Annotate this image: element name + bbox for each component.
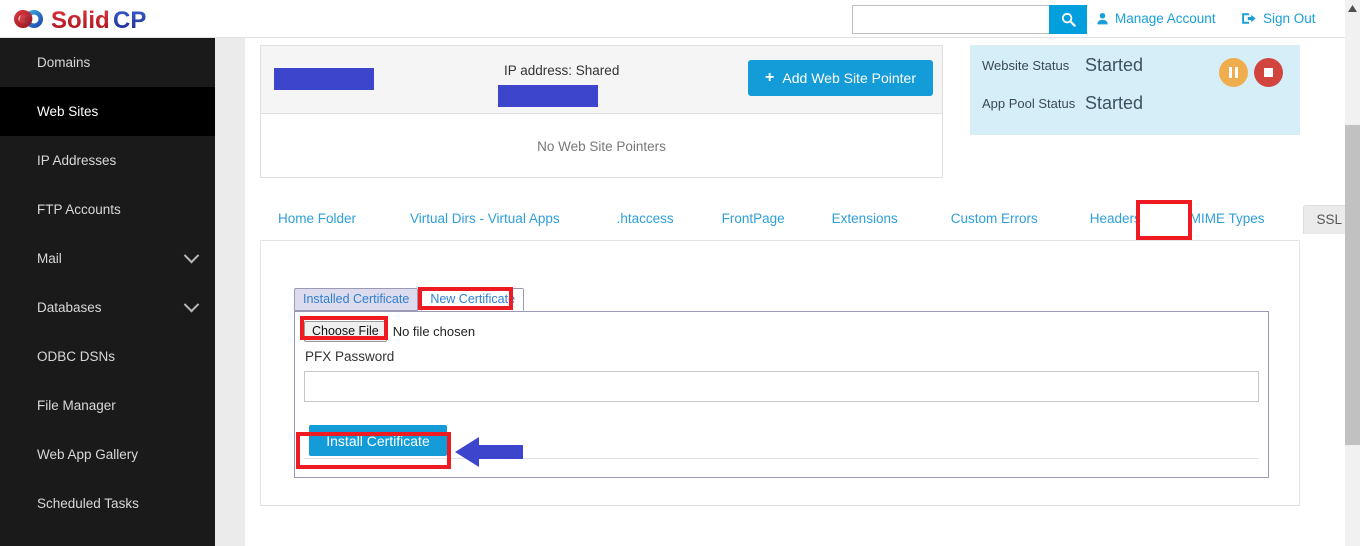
- ip-address-label: IP address: Shared: [504, 63, 620, 78]
- file-upload-row: Choose File No file chosen: [304, 321, 475, 342]
- page-scrollbar-thumb[interactable]: [1345, 125, 1360, 445]
- new-certificate-form: Choose File No file chosen PFX Password …: [294, 311, 1269, 478]
- cert-tab-new-certificate[interactable]: New Certificate: [421, 288, 525, 311]
- file-chosen-status: No file chosen: [392, 324, 476, 339]
- sidebar-item-file-manager[interactable]: File Manager: [0, 381, 215, 430]
- tab-mime-types[interactable]: MIME Types: [1190, 205, 1265, 233]
- sidebar-item-label: Web App Gallery: [37, 447, 139, 462]
- chevron-down-icon: [183, 296, 200, 313]
- tab-home-folder[interactable]: Home Folder: [278, 205, 356, 233]
- certificate-tabs: Installed Certificate New Certificate: [294, 288, 525, 311]
- no-pointers-message: No Web Site Pointers: [537, 138, 666, 154]
- redacted-ip-address: [498, 85, 598, 107]
- app-pool-status-value: Started: [1085, 93, 1144, 113]
- tab-htaccess[interactable]: .htaccess: [617, 205, 674, 233]
- sign-out-label: Sign Out: [1263, 11, 1316, 26]
- sidebar-item-label: ODBC DSNs: [37, 349, 116, 364]
- stop-icon: [1264, 68, 1273, 77]
- add-web-site-pointer-button[interactable]: + Add Web Site Pointer: [748, 60, 933, 96]
- search-input[interactable]: [852, 5, 1049, 34]
- solidcp-logo[interactable]: Solid CP: [8, 3, 168, 35]
- manage-account-label: Manage Account: [1115, 11, 1216, 26]
- pfx-password-label: PFX Password: [305, 349, 395, 364]
- tab-custom-errors[interactable]: Custom Errors: [951, 205, 1038, 233]
- app-pool-status-label: App Pool Status: [982, 96, 1076, 111]
- sidebar-item-mail[interactable]: Mail: [0, 234, 215, 283]
- sidebar-item-scheduled-tasks[interactable]: Scheduled Tasks: [0, 479, 215, 528]
- sidebar-item-web-sites[interactable]: Web Sites: [0, 87, 215, 136]
- cert-tab-installed-certificate[interactable]: Installed Certificate: [294, 288, 419, 311]
- sidebar-item-label: Domains: [37, 55, 91, 70]
- sidebar-item-domains[interactable]: Domains: [0, 38, 215, 87]
- web-site-pointers-panel: IP address: Shared + Add Web Site Pointe…: [260, 45, 943, 178]
- top-header-bar: Solid CP Manage Account Sign Out: [0, 0, 1345, 38]
- solidcp-logo-icon: Solid CP: [14, 7, 146, 33]
- left-arrow-icon: [455, 437, 523, 467]
- form-divider: [304, 458, 1259, 459]
- search-box: [852, 5, 1087, 34]
- app-pool-status-row: App Pool Status Started: [982, 93, 1143, 114]
- sign-out-link[interactable]: Sign Out: [1242, 11, 1316, 26]
- sidebar-item-odbc-dsns[interactable]: ODBC DSNs: [0, 332, 215, 381]
- sidebar-item-ftp-accounts[interactable]: FTP Accounts: [0, 185, 215, 234]
- pause-icon: [1229, 67, 1238, 78]
- tab-headers[interactable]: Headers: [1090, 205, 1141, 233]
- tab-frontpage[interactable]: FrontPage: [722, 205, 785, 233]
- search-icon: [1061, 12, 1076, 27]
- sidebar-item-databases[interactable]: Databases: [0, 283, 215, 332]
- install-certificate-button[interactable]: Install Certificate: [309, 425, 447, 456]
- sign-out-icon: [1242, 13, 1256, 24]
- sidebar-item-label: Scheduled Tasks: [37, 496, 139, 511]
- chevron-down-icon: [183, 247, 200, 264]
- pfx-password-input[interactable]: [304, 371, 1259, 402]
- sidebar-item-label: FTP Accounts: [37, 202, 121, 217]
- plus-icon: +: [765, 69, 775, 86]
- sidebar-item-web-app-gallery[interactable]: Web App Gallery: [0, 430, 215, 479]
- website-status-label: Website Status: [982, 58, 1070, 73]
- choose-file-button[interactable]: Choose File: [304, 321, 387, 342]
- website-status-row: Website Status Started: [982, 55, 1143, 76]
- user-icon: [1097, 12, 1108, 25]
- sidebar-item-label: File Manager: [37, 398, 116, 413]
- website-status-panel: Website Status Started App Pool Status S…: [970, 45, 1300, 135]
- website-settings-tabs: Home Folder Virtual Dirs - Virtual Apps …: [260, 205, 1357, 237]
- status-action-buttons: [1219, 58, 1283, 87]
- stop-website-button[interactable]: [1254, 58, 1283, 87]
- website-status-value: Started: [1085, 55, 1144, 75]
- sidebar-nav: Domains Web Sites IP Addresses FTP Accou…: [0, 38, 215, 546]
- pause-website-button[interactable]: [1219, 58, 1248, 87]
- tab-extensions[interactable]: Extensions: [832, 205, 898, 233]
- sidebar-item-label: Web Sites: [37, 104, 99, 119]
- scroll-up-icon: [1348, 4, 1357, 12]
- sidebar-item-label: IP Addresses: [37, 153, 117, 168]
- search-button[interactable]: [1049, 5, 1087, 34]
- sidebar-item-ip-addresses[interactable]: IP Addresses: [0, 136, 215, 185]
- sidebar-item-label: Databases: [37, 300, 102, 315]
- svg-text:Solid: Solid: [51, 7, 110, 33]
- add-web-site-pointer-label: Add Web Site Pointer: [782, 70, 916, 86]
- redacted-domain-name: [274, 68, 374, 90]
- ssl-panel: Installed Certificate New Certificate Ch…: [260, 240, 1300, 506]
- manage-account-link[interactable]: Manage Account: [1096, 11, 1216, 26]
- pointer-panel-header: IP address: Shared + Add Web Site Pointe…: [261, 46, 942, 114]
- annotation-arrow: [455, 434, 525, 475]
- tab-virtual-dirs-virtual-apps[interactable]: Virtual Dirs - Virtual Apps: [410, 205, 560, 233]
- scrollbar-up-button[interactable]: [1345, 0, 1360, 16]
- svg-text:CP: CP: [113, 7, 146, 33]
- sidebar-item-label: Mail: [37, 251, 62, 266]
